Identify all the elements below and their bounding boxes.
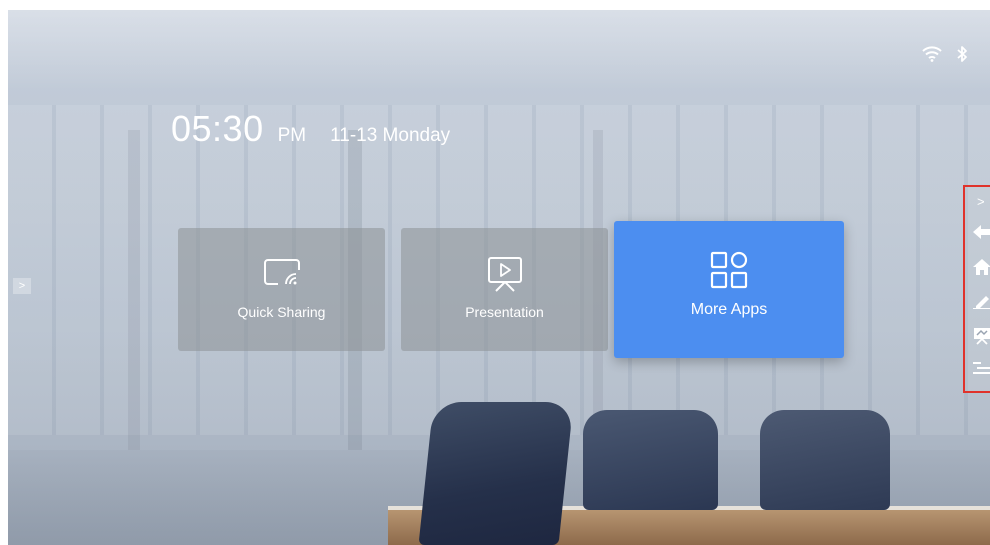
clock-widget: 05:30 PM 11-13 Monday (171, 108, 450, 150)
chevron-right-icon: > (18, 280, 26, 292)
wifi-icon (922, 46, 942, 62)
clock-ampm: PM (277, 125, 307, 146)
back-icon[interactable] (973, 224, 990, 242)
screen-cast-icon (262, 256, 302, 290)
background-table-top (388, 506, 990, 514)
more-apps-tile[interactable]: More Apps (614, 221, 844, 358)
home-screen: 05:30 PM 11-13 Monday Quick Sharing Pres… (8, 10, 990, 545)
pen-icon[interactable] (973, 293, 990, 311)
home-icon[interactable] (973, 259, 990, 277)
left-sidebar-handle[interactable]: > (13, 278, 31, 294)
projector-icon (485, 256, 525, 292)
whiteboard-icon[interactable] (973, 327, 990, 345)
clock-time: 05:30 (171, 108, 264, 149)
more-apps-label: More Apps (690, 301, 768, 318)
menu-icon[interactable] (973, 361, 990, 379)
background-floor (8, 450, 990, 545)
quick-sharing-tile[interactable]: Quick Sharing (178, 228, 385, 351)
background-ceiling (8, 10, 990, 90)
background-column (128, 130, 140, 450)
quick-sharing-label: Quick Sharing (237, 304, 326, 320)
background-chair (583, 410, 718, 510)
background-chair (418, 402, 574, 545)
app-grid-icon (710, 251, 748, 289)
toolbar-expand-icon[interactable]: > (977, 195, 990, 213)
background-chair (760, 410, 890, 510)
clock-date: 11-13 Monday (330, 125, 451, 146)
bluetooth-icon (956, 45, 968, 63)
presentation-label: Presentation (465, 304, 544, 320)
status-bar (922, 45, 968, 63)
background-table (388, 510, 990, 545)
presentation-tile[interactable]: Presentation (401, 228, 608, 351)
side-toolbar: > (963, 185, 990, 393)
